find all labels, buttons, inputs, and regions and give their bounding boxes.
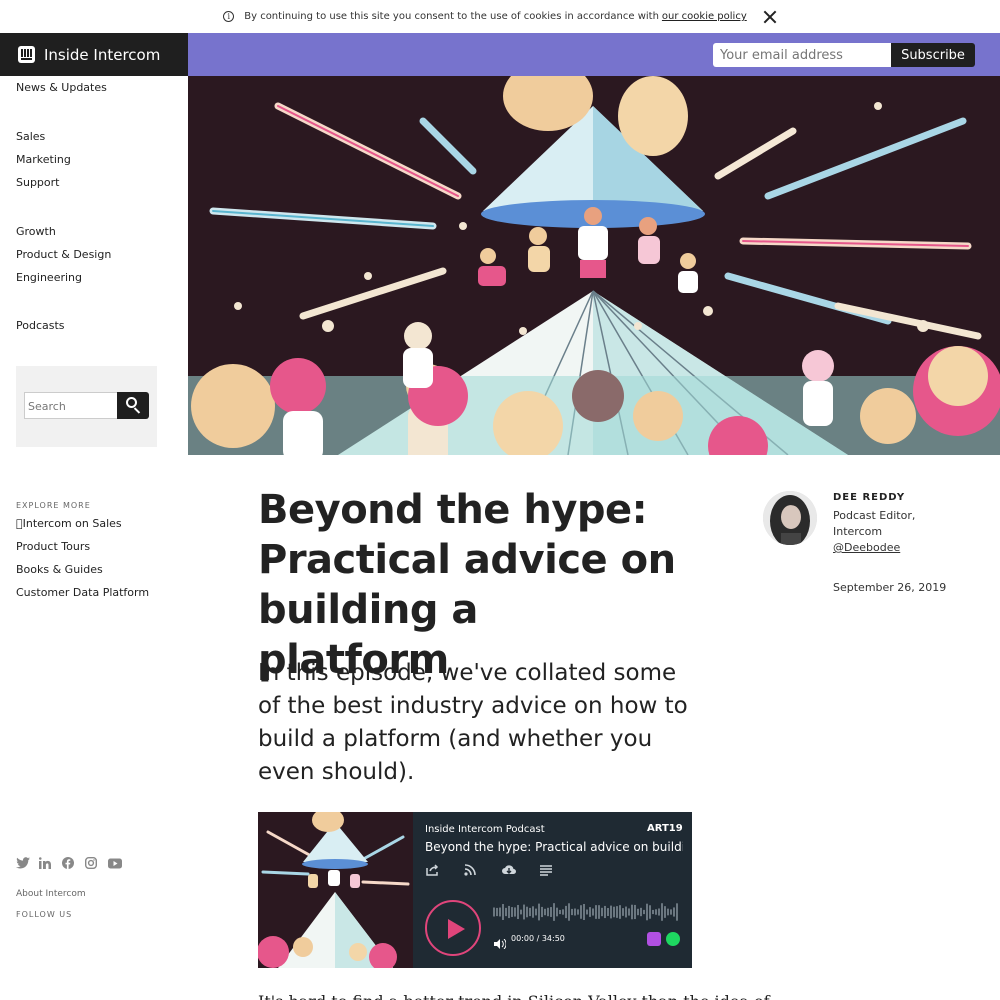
description-icon[interactable] <box>539 862 557 876</box>
close-icon[interactable] <box>763 10 777 24</box>
sidebar-item-news[interactable]: News & Updates <box>16 81 107 94</box>
player-toolbar <box>425 862 557 876</box>
subscribe-button[interactable]: Subscribe <box>891 43 975 67</box>
podcast-player: Inside Intercom Podcast ART19 Beyond the… <box>258 812 692 968</box>
linkedin-icon[interactable] <box>38 854 53 869</box>
sidebar-item-marketing[interactable]: Marketing <box>16 153 71 166</box>
download-icon[interactable] <box>501 862 519 876</box>
about-intercom-link[interactable]: About Intercom <box>16 889 86 899</box>
hero-illustration <box>188 76 1000 455</box>
rss-icon[interactable] <box>463 862 481 876</box>
search-icon <box>126 397 137 408</box>
author-name[interactable]: DEE REDDY <box>833 492 905 503</box>
twitter-icon[interactable] <box>16 854 30 869</box>
author-avatar[interactable] <box>763 491 817 545</box>
search-panel: Search <box>16 366 157 447</box>
apple-podcasts-icon[interactable] <box>647 932 661 946</box>
article-lede: In this episode, we've collated some of … <box>258 660 688 785</box>
spotify-icon[interactable] <box>666 932 680 946</box>
brand-bar[interactable]: Inside Intercom <box>0 33 188 76</box>
follow-us-label: FOLLOW US <box>16 910 73 919</box>
episode-title: Beyond the hype: Practical advice on bui… <box>425 840 683 854</box>
explore-item-books-guides[interactable]: Books & Guides <box>16 563 103 576</box>
sidebar-item-sales[interactable]: Sales <box>16 130 45 143</box>
cookie-text: By continuing to use this site you conse… <box>244 11 659 22</box>
explore-item-product-tours[interactable]: Product Tours <box>16 540 90 553</box>
explore-more-label: EXPLORE MORE <box>16 501 91 510</box>
article-title: Beyond the hype: Practical advice on bui… <box>258 487 676 683</box>
intercom-logo-icon <box>18 46 35 63</box>
article-body-first-line: It's hard to find a better trend in Sili… <box>258 992 770 1000</box>
share-icon[interactable] <box>425 862 443 876</box>
sidebar-item-growth[interactable]: Growth <box>16 225 56 238</box>
art19-logo[interactable]: ART19 <box>647 823 683 834</box>
brand-name: Inside Intercom <box>44 45 161 64</box>
playback-time: 00:00 / 34:50 <box>511 934 565 943</box>
publish-date: September 26, 2019 <box>833 581 947 594</box>
sidebar-item-podcasts[interactable]: Podcasts <box>16 319 65 332</box>
search-input[interactable]: Search <box>24 392 118 419</box>
sidebar-item-support[interactable]: Support <box>16 176 59 189</box>
instagram-icon[interactable] <box>84 854 99 870</box>
facebook-icon[interactable] <box>62 854 76 869</box>
cookie-policy-link[interactable]: our cookie policy <box>662 11 747 22</box>
volume-icon[interactable] <box>494 934 507 950</box>
email-input[interactable] <box>713 43 892 67</box>
audio-waveform[interactable] <box>493 900 681 924</box>
explore-item-sales[interactable]:  Intercom on Sales <box>16 517 122 530</box>
play-button[interactable] <box>425 900 481 956</box>
subscribe-bar: Subscribe <box>188 33 1000 76</box>
youtube-icon[interactable] <box>108 854 122 869</box>
cookie-banner: i By continuing to use this site you con… <box>0 0 1000 33</box>
info-icon: i <box>223 11 235 22</box>
sidebar-item-product-design[interactable]: Product & Design <box>16 248 111 261</box>
episode-artwork <box>258 812 413 968</box>
author-role: Podcast Editor, Intercom <box>833 509 916 538</box>
explore-item-cdp[interactable]: Customer Data Platform <box>16 586 149 599</box>
search-button[interactable] <box>117 392 149 419</box>
podcast-show-name: Inside Intercom Podcast <box>425 824 545 835</box>
sidebar-item-engineering[interactable]: Engineering <box>16 271 82 284</box>
social-links <box>16 854 122 870</box>
author-twitter-handle[interactable]: @Deebodee <box>833 541 900 554</box>
